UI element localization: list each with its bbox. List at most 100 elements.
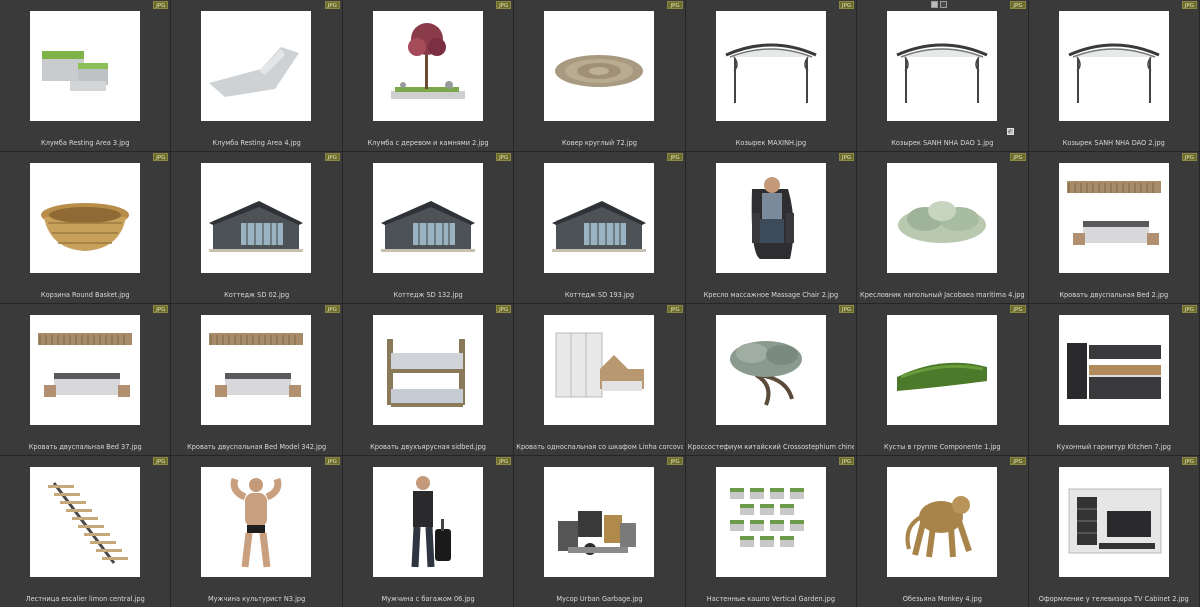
asset-thumbnail[interactable] (715, 315, 826, 425)
asset-caption: Кресловник напольный Jacobaea maritima 4… (860, 291, 1025, 299)
asset-thumbnail[interactable] (201, 467, 312, 577)
basket-icon (41, 203, 129, 251)
hedge-icon (897, 362, 988, 391)
asset-thumbnail[interactable] (372, 11, 483, 121)
asset-thumbnail[interactable] (30, 163, 140, 273)
asset-thumbnail[interactable] (1058, 315, 1169, 425)
asset-thumbnail[interactable] (544, 315, 655, 425)
chair-icon (751, 177, 794, 259)
asset-tile[interactable]: JPG Кусты в группе Componente 1.jpg (857, 304, 1029, 456)
file-type-badge: JPG (667, 1, 683, 9)
file-type-badge: JPG (838, 305, 855, 313)
file-type-badge: JPG (838, 1, 855, 9)
asset-thumbnail[interactable] (30, 11, 140, 121)
file-type-badge: JPG (324, 1, 340, 9)
asset-tile[interactable]: JPG Кресловник напольный Jacobaea maritim… (857, 152, 1029, 304)
asset-thumbnail[interactable] (887, 467, 998, 577)
asset-thumbnail[interactable] (1058, 11, 1169, 121)
asset-thumbnail[interactable] (30, 467, 140, 577)
asset-caption: Настенные кашпо Vertical Garden.jpg (706, 595, 836, 603)
asset-tile[interactable]: JPG Мусор Urban Garbage.jpg (514, 456, 686, 607)
asset-thumbnail[interactable] (30, 315, 140, 425)
asset-tile[interactable]: JPG Оформление у телевизора TV Cabinet 2.… (1028, 456, 1200, 607)
monkey-icon (905, 496, 972, 558)
file-type-badge: JPG (667, 457, 683, 465)
asset-thumbnail[interactable] (544, 467, 655, 577)
asset-tile[interactable]: JPG Козырек MAXINH.jpg (685, 0, 858, 152)
asset-tile[interactable]: JPG Козырек SANH NHA DAO 2.jpg (1028, 0, 1200, 152)
asset-caption: Ковер круглый 72.jpg (561, 139, 637, 147)
house-icon (209, 201, 304, 252)
asset-thumbnail[interactable] (1058, 467, 1169, 577)
file-type-badge: JPG (496, 153, 512, 161)
asset-tile[interactable]: JPG Обезьяна Monkey 4.jpg (857, 456, 1029, 607)
asset-thumbnail[interactable] (544, 163, 655, 273)
asset-thumbnail[interactable] (715, 163, 826, 273)
asset-thumbnail[interactable] (544, 11, 655, 121)
asset-thumbnail[interactable] (372, 163, 483, 273)
asset-tile[interactable]: JPG Ковер круглый 72.jpg (514, 0, 686, 152)
asset-tile[interactable]: JPG Мужчина культурист N3.jpg (171, 456, 343, 607)
asset-tile[interactable]: JPG Кровать двухъярусная sidbed.jpg (342, 304, 515, 456)
asset-tile[interactable]: JPG Козырек SANH NHA DAO 1.jpg ✓ (857, 0, 1029, 152)
asset-tile[interactable]: JPG Коттедж SD 132.jpg (342, 152, 515, 304)
select-checkbox[interactable]: ✓ (1006, 128, 1014, 135)
asset-tile[interactable]: JPG Кровать односпальная со шкафом Linha … (514, 304, 686, 456)
asset-tile[interactable]: JPG Клумба с деревом и камнями 2.jpg (342, 0, 515, 152)
asset-thumbnail[interactable] (715, 11, 826, 121)
planter-icon (42, 51, 108, 91)
file-type-badge: JPG (1010, 457, 1026, 465)
file-type-badge: JPG (153, 305, 169, 313)
asset-thumbnail[interactable] (1058, 163, 1169, 273)
bonsai-icon (729, 341, 802, 406)
canopy-icon (1067, 43, 1160, 103)
file-type-badge: JPG (153, 1, 169, 9)
asset-tile[interactable]: JPG Коттедж SD 02.jpg (171, 152, 343, 304)
asset-tile[interactable]: JPG Мужчина с багажом 06.jpg (342, 456, 515, 607)
asset-tile[interactable]: JPG Клумба Resting Area 4.jpg (171, 0, 343, 152)
file-type-badge: JPG (496, 457, 512, 465)
asset-caption: Корзина Round Basket.jpg (40, 291, 130, 299)
asset-thumbnail[interactable] (887, 315, 998, 425)
asset-caption: Козырек SANH NHA DAO 1.jpg (891, 139, 994, 147)
asset-tile[interactable]: JPG Корзина Round Basket.jpg (0, 152, 172, 304)
garbage-icon (558, 511, 637, 555)
stop-icon[interactable] (931, 1, 939, 8)
file-type-badge: JPG (496, 1, 512, 9)
bed-icon (209, 333, 304, 397)
file-type-badge: JPG (153, 457, 169, 465)
asset-caption: Кровать двуспальная Bed Model 342.jpg (187, 443, 327, 451)
asset-tile[interactable]: JPG Кровать двуспальная Bed Model 342.jpg (171, 304, 343, 456)
file-type-badge: JPG (1181, 1, 1197, 9)
asset-tile[interactable]: JPG Кровать двуспальная Bed 37.jpg (0, 304, 172, 456)
asset-tile[interactable]: JPG Кроссостефиум китайский Crossostephiu… (685, 304, 858, 456)
file-type-badge: JPG (1181, 153, 1197, 161)
asset-thumbnail[interactable] (715, 467, 826, 577)
asset-caption: Мужчина культурист N3.jpg (207, 595, 306, 603)
asset-tile[interactable]: JPG Кровать двуспальная Bed 2.jpg (1028, 152, 1200, 304)
person-luggage-icon (411, 476, 451, 568)
asset-thumbnail[interactable] (372, 467, 483, 577)
stairs-icon (48, 482, 128, 564)
bunk-bed-icon (386, 339, 465, 407)
file-type-badge: JPG (1181, 457, 1197, 465)
shrub-icon (898, 201, 987, 243)
asset-caption: Коттедж SD 02.jpg (224, 291, 290, 299)
asset-tile[interactable]: JPG Настенные кашпо Vertical Garden.jpg (685, 456, 858, 607)
asset-tile[interactable]: JPG Кресло массажное Massage Chair 2.jpg (685, 152, 858, 304)
house-icon (552, 201, 647, 252)
edit-icon[interactable] (940, 1, 948, 8)
asset-tile[interactable]: JPG Клумба Resting Area 3.jpg (0, 0, 172, 152)
asset-thumbnail[interactable] (201, 315, 312, 425)
asset-thumbnail[interactable] (887, 163, 998, 273)
file-type-badge: JPG (324, 153, 340, 161)
asset-tile[interactable]: JPG Коттедж SD 193.jpg (514, 152, 686, 304)
asset-tile[interactable]: JPG Лестница escalier limon central.jpg (0, 456, 172, 607)
file-type-badge: JPG (1010, 1, 1026, 9)
asset-thumbnail[interactable] (887, 11, 998, 121)
asset-thumbnail[interactable] (201, 11, 312, 121)
asset-thumbnail[interactable] (201, 163, 312, 273)
asset-thumbnail[interactable] (372, 315, 483, 425)
asset-caption: Мусор Urban Garbage.jpg (556, 595, 643, 603)
asset-tile[interactable]: JPG Кухонный гарнитур Kitchen 7.jpg (1028, 304, 1200, 456)
